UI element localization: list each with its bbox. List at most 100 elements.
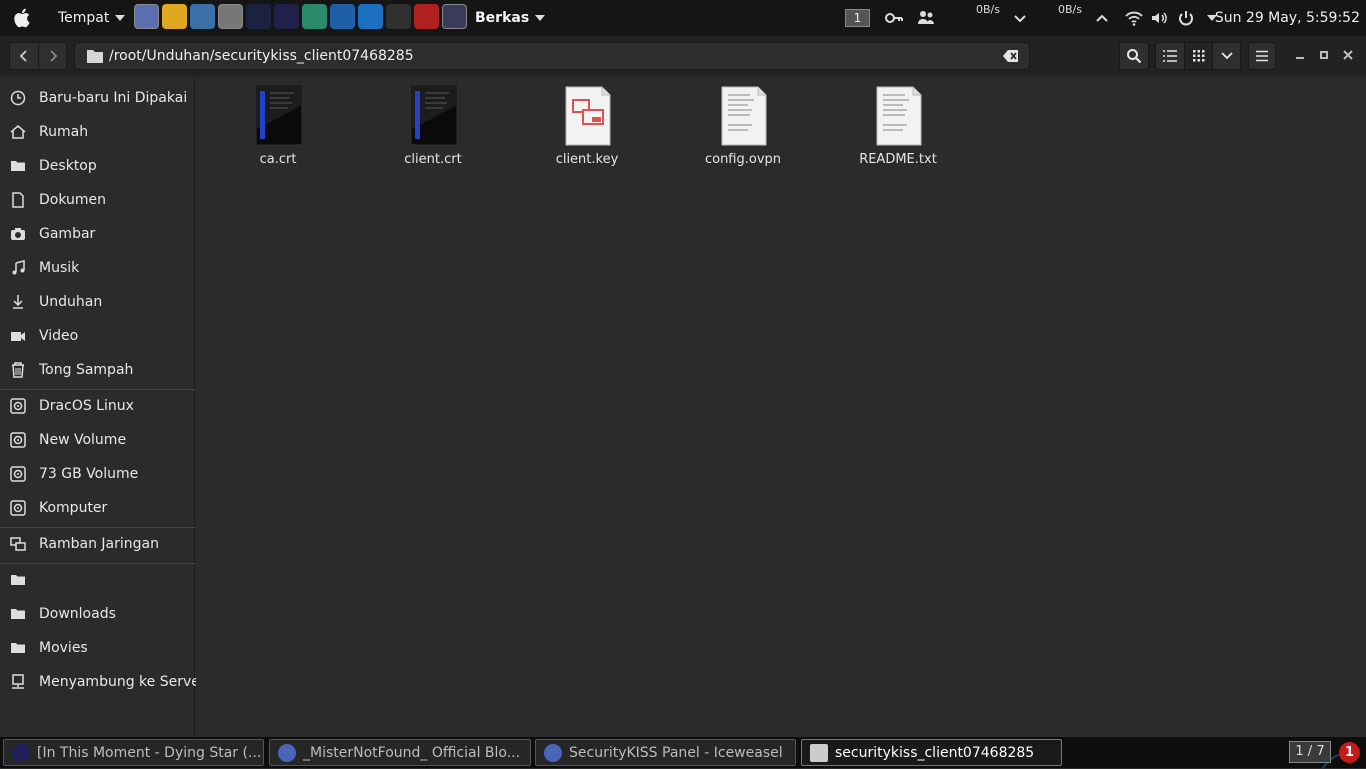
chevron-right-icon xyxy=(49,50,57,62)
music-player-icon xyxy=(12,743,30,762)
sidebar-item-musik[interactable]: Musik xyxy=(0,251,195,285)
music-icon xyxy=(12,260,25,275)
file-item[interactable]: README.txt xyxy=(838,85,958,175)
file-item[interactable]: ca.crt xyxy=(218,85,338,175)
sidebar-item-movies[interactable]: Movies xyxy=(0,631,195,665)
sidebar-item-tong-sampah[interactable]: Tong Sampah xyxy=(0,353,195,387)
taskbar: 1 / 7 1 [In This Moment - Dying Star (..… xyxy=(0,737,1366,769)
chrome-launcher-icon[interactable] xyxy=(162,4,187,29)
clock[interactable]: Sun 29 May, 5:59:52 xyxy=(1215,0,1360,36)
sidebar: Baru-baru Ini Dipakai Rumah Desktop Dokumen… xyxy=(0,77,206,737)
chat-launcher-icon[interactable] xyxy=(190,4,215,29)
minimize-button[interactable] xyxy=(1293,48,1307,62)
sidebar-item-dracos-linux[interactable]: DracOS Linux xyxy=(0,389,195,423)
sidebar-item-label: Unduhan xyxy=(39,294,103,310)
taskbar-window-button[interactable]: SecurityKISS Panel - Iceweasel xyxy=(535,739,796,766)
maximize-button[interactable] xyxy=(1317,48,1331,62)
sidebar-item-label: Tong Sampah xyxy=(39,362,134,378)
file-name: config.ovpn xyxy=(704,152,782,167)
sidebar-item-rumah[interactable]: Rumah xyxy=(0,115,195,149)
trash-icon xyxy=(12,362,24,378)
workspace-indicator[interactable]: 1 xyxy=(845,9,870,27)
grid-view-button[interactable] xyxy=(1184,43,1212,69)
sidebar-item-komputer[interactable]: Komputer xyxy=(0,491,195,525)
folder-icon xyxy=(11,575,25,585)
home-icon xyxy=(10,125,26,139)
sidebar-item-menyambung-ke-server[interactable]: Menyambung ke Server xyxy=(0,665,206,699)
network-icon xyxy=(10,537,26,551)
places-menu[interactable]: Tempat xyxy=(58,0,126,36)
wifi-icon[interactable] xyxy=(1124,8,1144,28)
clear-location-icon[interactable] xyxy=(1003,49,1019,63)
sidebar-item-downloads[interactable]: Downloads xyxy=(0,597,195,631)
notification-badge[interactable]: 1 xyxy=(1339,742,1360,763)
chevron-up-icon[interactable] xyxy=(1092,8,1112,28)
metasploit-launcher-icon[interactable] xyxy=(330,4,355,29)
sidebar-item-new-volume[interactable]: New Volume xyxy=(0,423,195,457)
close-button[interactable] xyxy=(1341,48,1355,62)
back-button[interactable] xyxy=(10,43,38,69)
top-panel: Tempat Berkas 1 0B/s 0B/s Sun 29 May, 5:… xyxy=(0,0,1366,36)
sidebar-item-unnamed-bookmark[interactable] xyxy=(0,563,195,597)
cm-launcher-icon[interactable] xyxy=(414,4,439,29)
close-icon xyxy=(1343,50,1353,60)
sidebar-item-gambar[interactable]: Gambar xyxy=(0,217,195,251)
sidebar-item-label: DracOS Linux xyxy=(39,398,134,414)
drive-icon xyxy=(10,398,26,414)
chevron-down-icon xyxy=(115,15,126,21)
sidebar-item-ramban-jaringan[interactable]: Ramban Jaringan xyxy=(0,527,195,561)
folder-icon xyxy=(11,161,25,171)
iceweasel-launcher-icon[interactable] xyxy=(134,4,159,29)
apple-menu-icon[interactable] xyxy=(12,7,34,29)
file-item[interactable]: client.crt xyxy=(373,85,493,175)
maximize-icon xyxy=(1320,51,1328,59)
text-file-icon xyxy=(721,86,767,146)
volume-icon[interactable] xyxy=(1149,8,1169,28)
taskbar-window-button[interactable]: securitykiss_client07468285 xyxy=(801,739,1062,766)
file-item[interactable]: client.key xyxy=(527,85,647,175)
folder-icon xyxy=(11,643,25,653)
headerbar: /root/Unduhan/securitykiss_client0746828… xyxy=(0,36,1366,77)
hacker-launcher-icon[interactable] xyxy=(302,4,327,29)
power-icon[interactable] xyxy=(1176,8,1196,28)
sidebar-item-desktop[interactable]: Desktop xyxy=(0,149,195,183)
app-menu[interactable]: Berkas xyxy=(475,0,546,36)
darkstar-launcher-icon[interactable] xyxy=(274,4,299,29)
teamviewer-launcher-icon[interactable] xyxy=(358,4,383,29)
sidebar-item-video[interactable]: Video xyxy=(0,319,195,353)
file-name: client.key xyxy=(555,152,619,167)
sidebar-item-73-gb-volume[interactable]: 73 GB Volume xyxy=(0,457,195,491)
file-view[interactable]: ca.crt client.crt client.key config.ovpn REA… xyxy=(196,77,1366,737)
view-options-button[interactable] xyxy=(1212,43,1240,69)
iceweasel-icon xyxy=(544,743,562,762)
files-icon xyxy=(810,743,828,762)
forward-button[interactable] xyxy=(38,43,66,69)
taskbar-window-button[interactable]: _MisterNotFound_ Official Blo... xyxy=(269,739,531,766)
app-menu-label: Berkas xyxy=(475,10,530,26)
spider-launcher-icon[interactable] xyxy=(386,4,411,29)
files-launcher-icon[interactable] xyxy=(218,4,243,29)
menu-button[interactable] xyxy=(1248,42,1276,70)
sidebar-item-dokumen[interactable]: Dokumen xyxy=(0,183,195,217)
key-icon[interactable] xyxy=(884,8,904,28)
terminal-launcher-icon[interactable] xyxy=(246,4,271,29)
location-bar[interactable]: /root/Unduhan/securitykiss_client0746828… xyxy=(74,42,1030,70)
search-button[interactable] xyxy=(1119,42,1149,70)
navigation-buttons xyxy=(9,42,67,70)
users-icon[interactable] xyxy=(916,8,936,28)
sidebar-item-unduhan[interactable]: Unduhan xyxy=(0,285,195,319)
workspace-pager[interactable]: 1 / 7 xyxy=(1289,741,1331,763)
sidebar-item-label: Komputer xyxy=(39,500,108,516)
certificate-file-icon xyxy=(410,85,458,146)
file-item[interactable]: config.ovpn xyxy=(683,85,803,175)
sidebar-item-baru-baru-ini-dipakai[interactable]: Baru-baru Ini Dipakai xyxy=(0,81,195,115)
location-path[interactable]: /root/Unduhan/securitykiss_client0746828… xyxy=(109,48,414,64)
video-icon xyxy=(11,332,25,341)
taskbar-window-button[interactable]: [In This Moment - Dying Star (... xyxy=(3,739,264,766)
list-view-button[interactable] xyxy=(1156,43,1184,69)
chevron-down-icon[interactable] xyxy=(1010,8,1030,28)
dracos-launcher-icon[interactable] xyxy=(442,4,467,29)
chevron-down-icon xyxy=(535,15,546,21)
drive-icon xyxy=(10,432,26,448)
minimize-icon xyxy=(1296,57,1304,59)
